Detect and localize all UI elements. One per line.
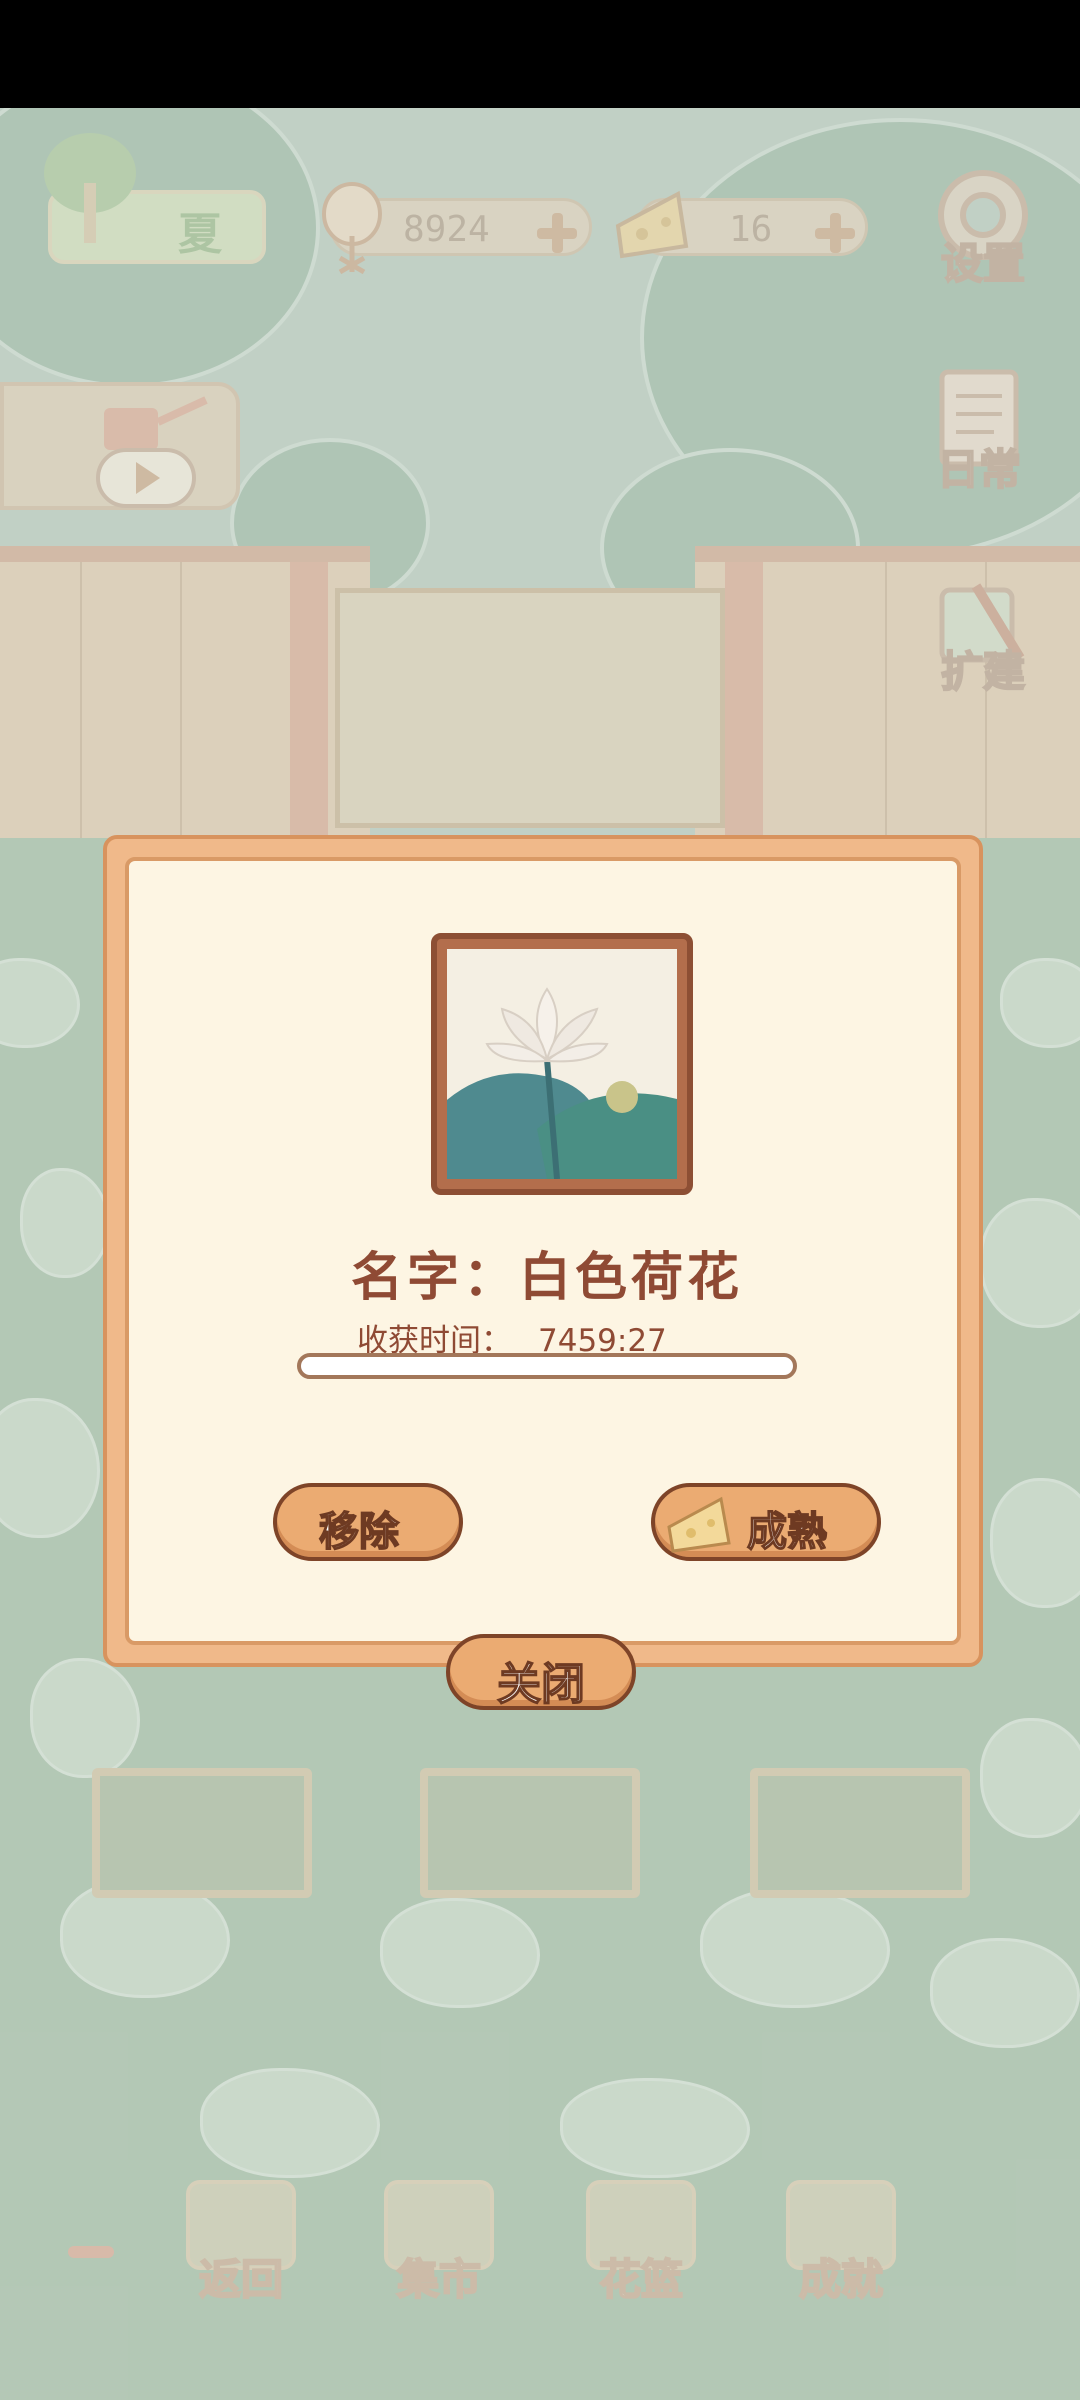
close-button[interactable]: 关闭 <box>446 1634 636 1711</box>
plant-name: 名字：白色荷花 <box>350 1248 743 1308</box>
remove-button-label: 移除 <box>318 1508 400 1556</box>
cheese-icon <box>667 1496 731 1553</box>
growth-progress-bar <box>297 1353 797 1379</box>
close-button-label: 关闭 <box>496 1658 586 1711</box>
plant-info-dialog: 名字：白色荷花 收获时间： 7459:27 移除 成熟 <box>103 835 983 1667</box>
plant-image-frame <box>431 933 693 1195</box>
dialog-body: 名字：白色荷花 收获时间： 7459:27 移除 成熟 <box>125 857 961 1645</box>
lotus-icon <box>447 987 677 1179</box>
remove-button[interactable]: 移除 <box>273 1483 463 1561</box>
mature-button-label: 成熟 <box>746 1508 828 1556</box>
status-bar <box>0 0 1080 108</box>
mature-button[interactable]: 成熟 <box>651 1483 881 1561</box>
